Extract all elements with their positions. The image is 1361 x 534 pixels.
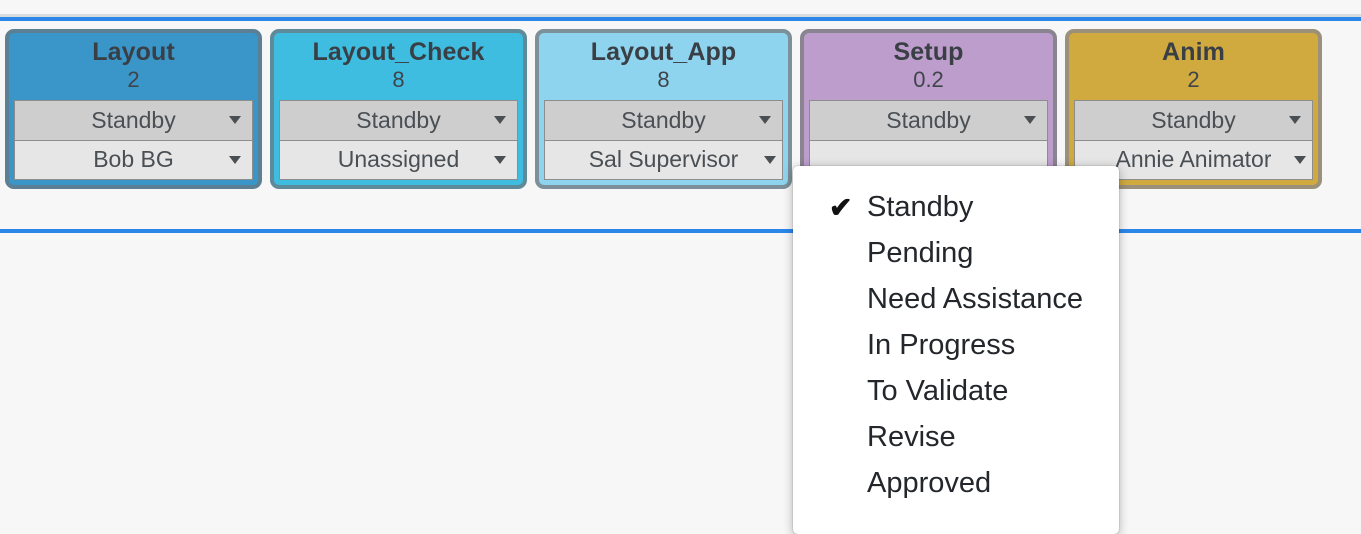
- bottom-blue-divider: [0, 229, 1361, 233]
- chevron-down-icon: [229, 155, 241, 164]
- task-card-count: 8: [392, 67, 405, 92]
- chevron-down-icon: [759, 116, 771, 125]
- task-card-count: 8: [657, 67, 670, 92]
- status-menu-item[interactable]: To Validate: [793, 368, 1119, 414]
- task-card-fields: Standby Sal Supervisor: [539, 99, 788, 185]
- status-menu-item-label: In Progress: [867, 328, 1016, 361]
- status-menu-item-label: Need Assistance: [867, 282, 1084, 315]
- status-menu-item-label: Pending: [867, 236, 974, 269]
- status-menu-item[interactable]: ✔ Standby: [793, 184, 1119, 230]
- assignee-select-value: Annie Animator: [1115, 146, 1272, 173]
- chevron-down-icon: [494, 155, 506, 164]
- chevron-down-icon: [494, 116, 506, 125]
- task-card-title: Layout_App: [590, 38, 737, 66]
- status-menu-item[interactable]: Revise: [793, 414, 1119, 460]
- task-card-count: 0.2: [913, 67, 944, 92]
- status-menu-item[interactable]: Approved: [793, 460, 1119, 506]
- status-select[interactable]: Standby: [1074, 99, 1313, 140]
- task-card[interactable]: Anim 2 Standby Annie Animator: [1065, 29, 1322, 189]
- status-menu-item-label: Revise: [867, 420, 956, 453]
- status-select[interactable]: Standby: [14, 99, 253, 140]
- status-menu-item-label: Approved: [867, 466, 992, 499]
- status-select-value: Standby: [356, 106, 441, 133]
- task-card-header: Layout_App 8: [539, 33, 788, 100]
- status-select-value: Standby: [886, 106, 971, 133]
- status-select[interactable]: Standby: [279, 99, 518, 140]
- task-cards-container: Layout 2 Standby Bob BG Layout_Check 8 Standby…: [5, 29, 1322, 189]
- check-icon: ✔: [829, 191, 853, 223]
- chevron-down-icon: [229, 116, 241, 125]
- status-select-value: Standby: [1151, 106, 1236, 133]
- status-select[interactable]: Standby: [544, 99, 783, 140]
- task-card-count: 2: [127, 67, 140, 92]
- assignee-select[interactable]: Sal Supervisor: [544, 139, 783, 180]
- task-card-fields: Standby Bob BG: [9, 99, 258, 185]
- assignee-select-value: Bob BG: [93, 146, 174, 173]
- task-card[interactable]: Setup 0.2 Standby: [800, 29, 1057, 189]
- task-card[interactable]: Layout 2 Standby Bob BG: [5, 29, 262, 189]
- task-card[interactable]: Layout_Check 8 Standby Unassigned: [270, 29, 527, 189]
- task-card-title: Setup: [893, 38, 964, 66]
- task-card-header: Anim 2: [1069, 33, 1318, 100]
- task-card-title: Layout_Check: [312, 38, 485, 66]
- status-menu-item[interactable]: Pending: [793, 230, 1119, 276]
- chevron-down-icon: [1024, 116, 1036, 125]
- status-menu-item[interactable]: Need Assistance: [793, 276, 1119, 322]
- task-card-count: 2: [1187, 67, 1200, 92]
- assignee-select[interactable]: Bob BG: [14, 139, 253, 180]
- assignee-select-value: Sal Supervisor: [588, 146, 739, 173]
- task-card-fields: Standby Unassigned: [274, 99, 523, 185]
- assignee-select[interactable]: Unassigned: [279, 139, 518, 180]
- status-select-value: Standby: [621, 106, 706, 133]
- chevron-down-icon: [1294, 155, 1306, 164]
- chevron-down-icon: [764, 155, 776, 164]
- status-menu-item[interactable]: In Progress: [793, 322, 1119, 368]
- top-strip: [0, 0, 1361, 14]
- status-select-value: Standby: [91, 106, 176, 133]
- status-menu-item-label: To Validate: [867, 374, 1009, 407]
- task-card-row: Layout 2 Standby Bob BG Layout_Check 8 Standby…: [0, 21, 1361, 231]
- status-menu-item-label: Standby: [867, 190, 974, 223]
- task-card-title: Anim: [1162, 38, 1225, 66]
- task-card-header: Layout_Check 8: [274, 33, 523, 100]
- task-card-header: Layout 2: [9, 33, 258, 100]
- status-dropdown-menu[interactable]: ✔ Standby Pending Need Assistance In Progres…: [793, 166, 1119, 534]
- chevron-down-icon: [1289, 116, 1301, 125]
- task-card-title: Layout: [92, 38, 175, 66]
- task-card[interactable]: Layout_App 8 Standby Sal Supervisor: [535, 29, 792, 189]
- task-card-header: Setup 0.2: [804, 33, 1053, 100]
- assignee-select-value: Unassigned: [337, 146, 460, 173]
- status-select[interactable]: Standby: [809, 99, 1048, 140]
